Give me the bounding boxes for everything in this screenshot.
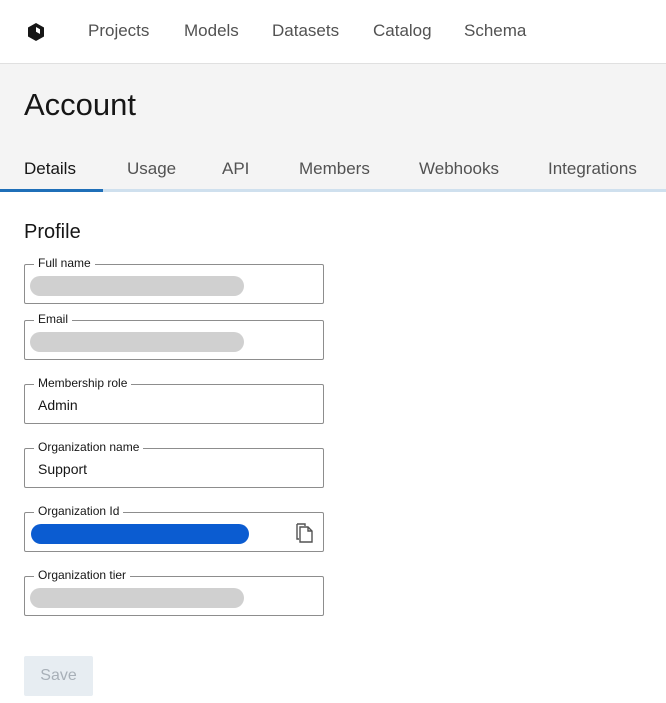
cube-logo-icon[interactable] (26, 22, 46, 42)
membership-role-field[interactable]: Membership role Admin (24, 376, 324, 424)
membership-role-value: Admin (38, 397, 78, 413)
top-navigation: Projects Models Datasets Catalog Schema (0, 0, 666, 64)
organization-id-redacted-value (31, 524, 249, 544)
organization-tier-label: Organization tier (34, 568, 131, 582)
email-label: Email (34, 312, 73, 326)
active-tab-indicator (0, 189, 103, 192)
tab-api[interactable]: API (222, 158, 249, 180)
tab-webhooks[interactable]: Webhooks (419, 158, 499, 180)
organization-name-label: Organization name (34, 440, 144, 454)
full-name-field[interactable]: Full name (24, 256, 324, 304)
organization-tier-redacted-value (30, 588, 244, 608)
tab-usage[interactable]: Usage (127, 158, 176, 180)
page-title: Account (24, 87, 137, 122)
organization-tier-field[interactable]: Organization tier (24, 568, 324, 616)
tab-members[interactable]: Members (299, 158, 370, 180)
organization-id-field[interactable]: Organization Id (24, 504, 324, 552)
tab-details[interactable]: Details (24, 158, 76, 180)
save-button[interactable]: Save (24, 656, 93, 696)
full-name-label: Full name (34, 256, 95, 270)
full-name-redacted-value (30, 276, 244, 296)
nav-item-models[interactable]: Models (184, 20, 239, 42)
tab-integrations[interactable]: Integrations (548, 158, 637, 180)
nav-item-schema[interactable]: Schema (464, 20, 526, 42)
email-field[interactable]: Email (24, 312, 324, 360)
organization-name-value: Support (38, 461, 88, 477)
profile-section-title: Profile (24, 221, 81, 243)
organization-name-field[interactable]: Organization name Support (24, 440, 324, 488)
membership-role-label: Membership role (34, 376, 132, 390)
nav-item-projects[interactable]: Projects (88, 20, 149, 42)
nav-item-catalog[interactable]: Catalog (373, 20, 432, 42)
copy-icon[interactable] (293, 522, 315, 544)
organization-id-label: Organization Id (34, 504, 124, 518)
nav-item-datasets[interactable]: Datasets (272, 20, 339, 42)
email-redacted-value (30, 332, 244, 352)
